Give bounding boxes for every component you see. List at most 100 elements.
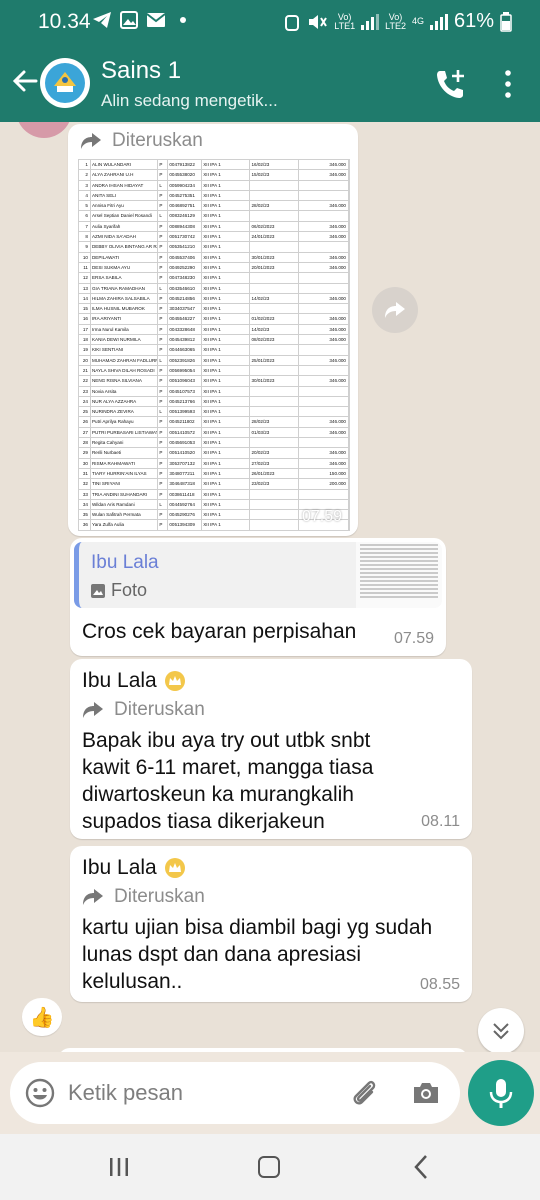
sheet-cell: 26: [79, 417, 91, 427]
sheet-cell: L: [158, 355, 169, 365]
sheet-cell: 346.000: [299, 448, 349, 458]
group-avatar[interactable]: [40, 58, 90, 108]
microphone-icon: [489, 1079, 513, 1108]
forwarded-image-message[interactable]: Diteruskan 1 ALIN WULANDARI P 0047913822 XII…: [68, 124, 358, 536]
sheet-cell: 5: [79, 201, 91, 211]
sheet-cell: 6: [79, 211, 91, 221]
spreadsheet-image[interactable]: 1 ALIN WULANDARI P 0047913822 XII IPA 1 16/02…: [78, 159, 350, 531]
sheet-cell: 200.000: [299, 479, 349, 489]
sheet-cell: ALIN WULANDARI: [91, 160, 159, 170]
sheet-cell: [250, 242, 299, 252]
forwarded-text-message[interactable]: Ibu Lala Diteruskan kartu ujian bisa dia…: [70, 846, 472, 1002]
quoted-message[interactable]: Ibu Lala Foto: [74, 542, 442, 608]
nav-back-icon[interactable]: [410, 1154, 432, 1180]
sheet-cell: 25: [79, 407, 91, 417]
sheet-cell: 346.000: [299, 170, 349, 180]
home-icon[interactable]: [258, 1156, 280, 1178]
sheet-cell: 27/02/23: [250, 458, 299, 468]
sheet-row: 2 ALYA ZAHRANI U.H P 0045538020 XII IPA 1 15/…: [79, 170, 349, 181]
sheet-cell: 0047348230: [168, 273, 203, 283]
sheet-row: 31 TIARY HURRIN'AIN ILYAS P 3048077211 XII I…: [79, 468, 349, 480]
sheet-cell: XII IPA 1: [202, 324, 251, 335]
sheet-cell: XII IPA 1: [202, 273, 251, 283]
sheet-cell: 25/01/2023: [250, 355, 299, 365]
sheet-cell: XII IPA 1: [202, 211, 251, 221]
sheet-cell: XII IPA 1: [202, 479, 251, 489]
status-bar: 10.34 Vo) LTE1 Vo) LTE2 4G 61%: [0, 0, 540, 44]
sheet-cell: [299, 396, 349, 407]
sheet-row: 26 Putri Aprilya Rahayu P 0045211802 XII IPA…: [79, 417, 349, 428]
reply-message[interactable]: Ibu Lala Foto Cros cek bayaran perpisaha…: [70, 538, 446, 656]
sheet-cell: IRA ARIYANTI: [91, 314, 159, 324]
sheet-cell: Putri Aprilya Rahayu: [91, 417, 159, 427]
sheet-cell: TIARY HURRIN'AIN ILYAS: [91, 468, 159, 479]
recent-apps-icon[interactable]: [108, 1156, 130, 1178]
photo-icon: [91, 583, 105, 598]
chat-area[interactable]: Diteruskan 1 ALIN WULANDARI P 0047913822 XII…: [0, 122, 540, 1052]
attach-icon[interactable]: [348, 1077, 380, 1109]
lte2-label: Vo) LTE2: [385, 11, 406, 31]
sheet-cell: 0043328648: [168, 324, 203, 335]
sheet-cell: P: [158, 273, 169, 283]
sheet-cell: 3034037547: [168, 304, 203, 314]
sheet-cell: 0045213766: [168, 396, 203, 407]
sheet-cell: ERSA SABILA: [91, 273, 159, 283]
sheet-row: 6 Arsel Septian Daniel Rosandi L 0083246129…: [79, 211, 349, 222]
sheet-cell: 0045107573: [168, 386, 203, 396]
emoji-icon[interactable]: [24, 1077, 56, 1109]
sheet-row: 15 ILMA HUSNIL MUBAROK P 3034037547 XII IPA …: [79, 304, 349, 315]
sheet-cell: XII IPA 1: [202, 407, 251, 417]
sheet-cell: 3053707132: [168, 458, 203, 468]
sheet-row: 16 IRA ARIYANTI P 0045546227 XII IPA 1 01/02/…: [79, 314, 349, 325]
sheet-cell: XII IPA 1: [202, 386, 251, 396]
sheet-cell: 21: [79, 365, 91, 376]
lte1-label: Vo) LTE1: [334, 11, 356, 31]
sheet-cell: [299, 273, 349, 283]
add-call-icon[interactable]: [432, 66, 468, 102]
sheet-cell: 0038611418: [168, 489, 203, 499]
forwarded-label: Diteruskan: [80, 130, 203, 152]
dot-icon: [180, 17, 186, 23]
sheet-row: 32 TINI SRIYANI P 3046487318 XII IPA 1 23/02/…: [79, 479, 349, 490]
sheet-cell: [250, 386, 299, 396]
sheet-row: 4 ANITA SELI P 0045275351 XII IPA 1: [79, 190, 349, 202]
quoted-thumbnail: [356, 542, 442, 608]
back-arrow-icon[interactable]: [10, 66, 40, 96]
chat-title[interactable]: Sains 1: [101, 57, 181, 85]
sheet-cell: XII IPA 1: [202, 499, 251, 510]
forward-icon: [83, 889, 103, 905]
more-options-icon[interactable]: [498, 66, 518, 102]
forwarded-label: Diteruskan: [82, 699, 205, 721]
sheet-row: 25 NURINDRA ZEVIRA L 0051399593 XII IPA 1: [79, 407, 349, 418]
sheet-cell: P: [158, 170, 169, 180]
typing-status: Alin sedang mengetik...: [101, 91, 278, 110]
forward-button[interactable]: [372, 287, 418, 333]
camera-icon[interactable]: [410, 1077, 442, 1109]
sheet-cell: [250, 180, 299, 190]
sheet-cell: XII IPA 1: [202, 489, 251, 499]
reaction-thumbs-up[interactable]: 👍: [22, 998, 62, 1036]
sheet-cell: P: [158, 190, 169, 201]
sheet-cell: NURINDRA ZEVIRA: [91, 407, 159, 417]
message-input-bar[interactable]: Ketik pesan: [10, 1062, 460, 1124]
sheet-cell: [250, 489, 299, 499]
forwarded-text-message[interactable]: Ibu Lala Diteruskan Bapak ibu aya try ou…: [70, 659, 472, 839]
sheet-row: 12 ERSA SABILA P 0047348230 XII IPA 1: [79, 273, 349, 284]
sheet-cell: XII IPA 1: [202, 283, 251, 293]
sheet-cell: 30/01/2023: [250, 252, 299, 262]
sheet-row: 30 RISMA RAHMAWATI P 3053707132 XII IPA 1 27/…: [79, 458, 349, 469]
forward-icon: [81, 133, 101, 149]
sheet-cell: Yara Zulfa Aulia: [91, 520, 159, 530]
sheet-cell: XII IPA 1: [202, 458, 251, 468]
scroll-to-bottom-button[interactable]: [478, 1008, 524, 1052]
sheet-cell: DEBBY OLIVIA BINTANG AR RAFFA: [91, 242, 159, 252]
message-time: 08.55: [419, 976, 460, 993]
sheet-row: 33 TRIA ANDINI SUHANDARI P 0038611418 XII IP…: [79, 489, 349, 500]
message-input[interactable]: Ketik pesan: [68, 1080, 183, 1106]
sheet-cell: 18: [79, 335, 91, 345]
sheet-cell: 346.000: [299, 417, 349, 427]
sheet-cell: Novia Arsita: [91, 386, 159, 396]
sheet-cell: 346.000: [299, 232, 349, 242]
sheet-cell: 08/02/2023: [250, 335, 299, 345]
voice-message-button[interactable]: [468, 1060, 534, 1126]
